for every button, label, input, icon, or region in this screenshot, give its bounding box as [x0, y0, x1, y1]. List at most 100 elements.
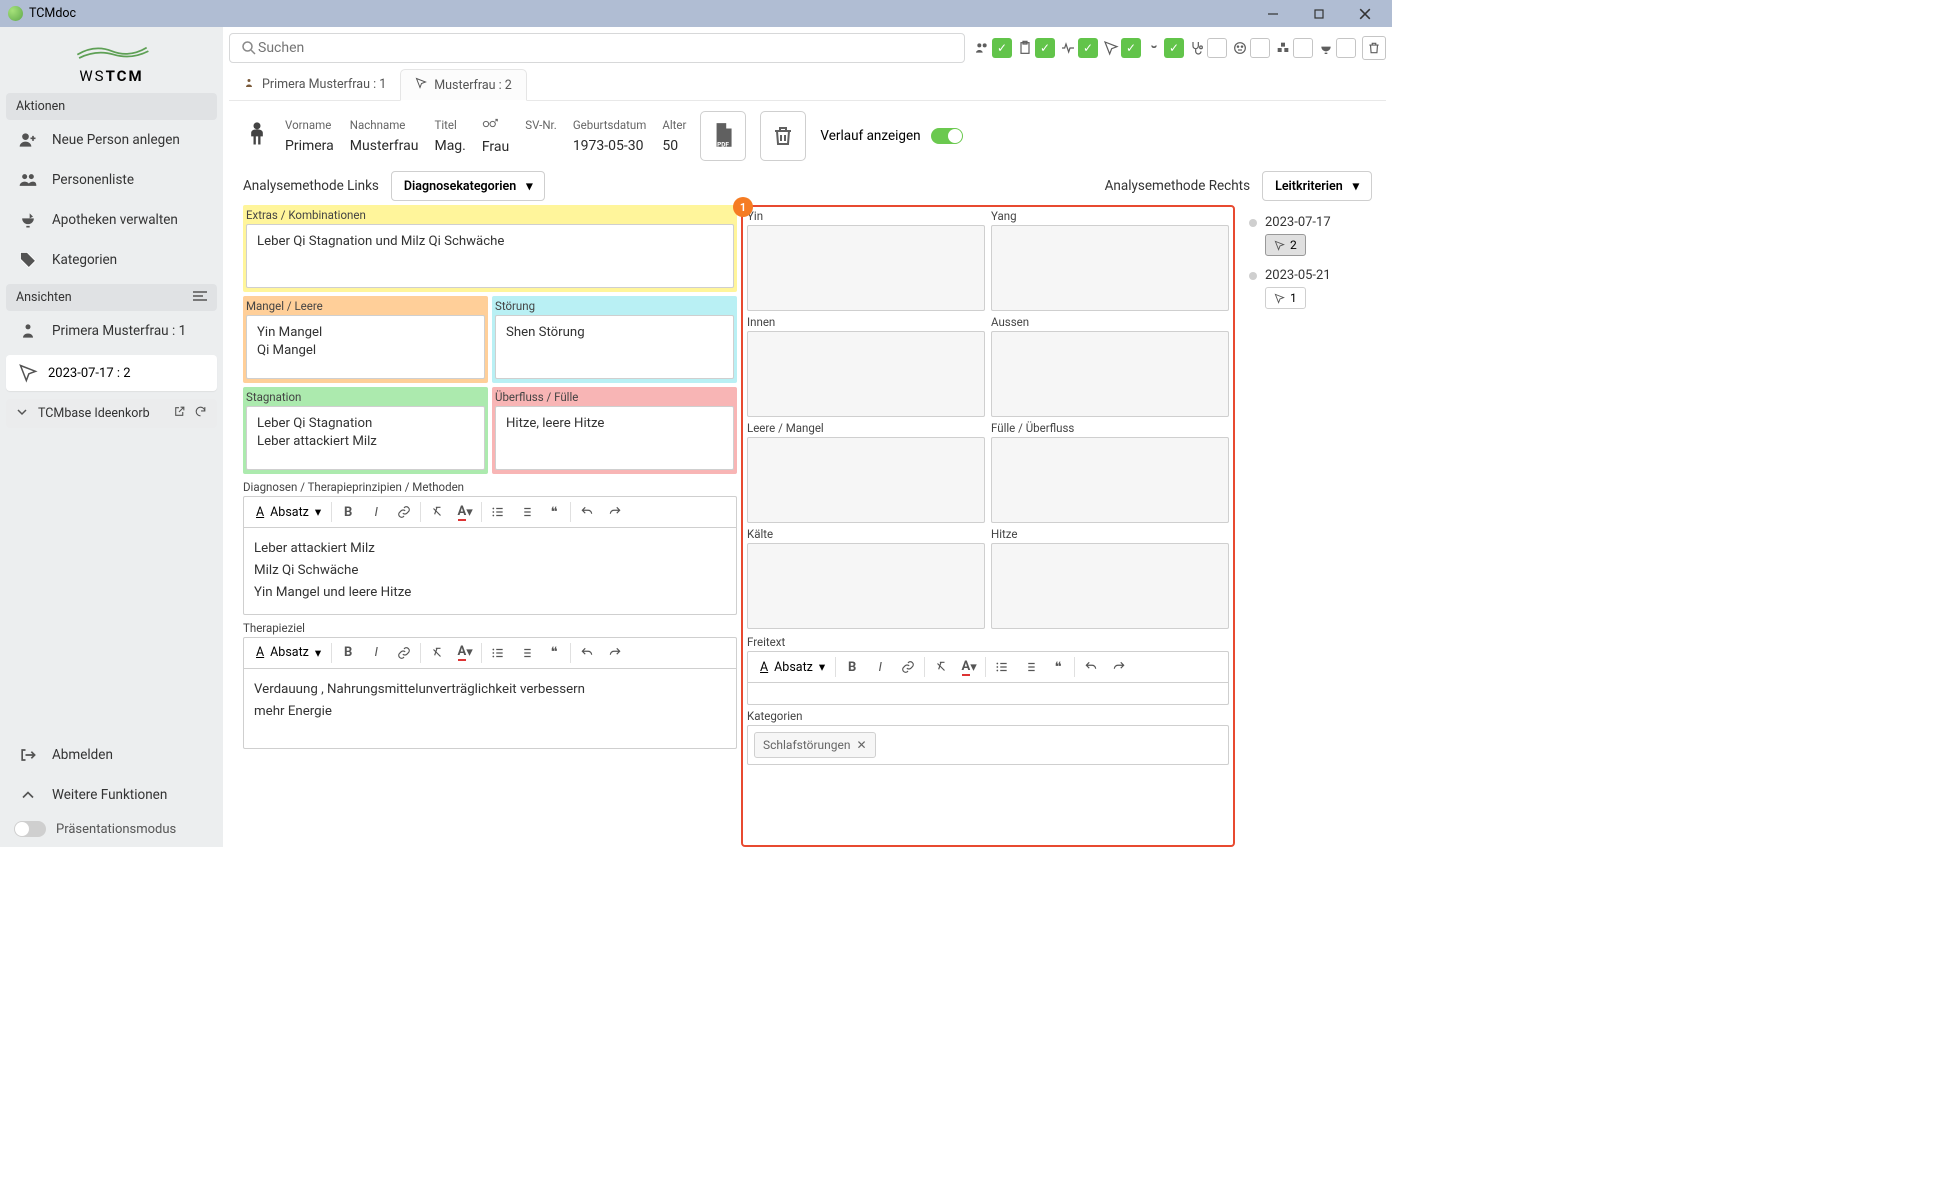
- redo-button[interactable]: [1107, 655, 1131, 679]
- stethoscope-icon[interactable]: [1186, 36, 1207, 60]
- italic-button[interactable]: I: [364, 500, 388, 524]
- close-button[interactable]: [1346, 2, 1384, 26]
- open-icon[interactable]: [173, 405, 186, 422]
- refresh-icon[interactable]: [194, 405, 207, 422]
- tab-session[interactable]: Musterfrau : 2: [400, 69, 527, 101]
- undo-button[interactable]: [575, 500, 599, 524]
- clear-format-button[interactable]: [425, 641, 449, 665]
- sidebar-new-person[interactable]: Neue Person anlegen: [6, 120, 217, 160]
- timeline-date[interactable]: 2023-07-17: [1249, 211, 1374, 234]
- mortar-icon[interactable]: [1315, 36, 1336, 60]
- category-chip[interactable]: Schlafstörungen ✕: [754, 732, 876, 758]
- leere-input[interactable]: [747, 437, 985, 523]
- ueberfluss-input[interactable]: Hitze, leere Hitze: [495, 406, 734, 470]
- redo-button[interactable]: [603, 500, 627, 524]
- quote-button[interactable]: ❝: [1046, 655, 1070, 679]
- heart-icon[interactable]: [1057, 36, 1078, 60]
- bold-button[interactable]: B: [336, 500, 360, 524]
- quote-button[interactable]: ❝: [542, 500, 566, 524]
- link-button[interactable]: [896, 655, 920, 679]
- link-button[interactable]: [392, 641, 416, 665]
- face-icon[interactable]: [1229, 36, 1250, 60]
- kategorien-input[interactable]: Schlafstörungen ✕: [747, 725, 1229, 765]
- undo-button[interactable]: [1079, 655, 1103, 679]
- empty-box-icon[interactable]: [1207, 38, 1227, 58]
- ol-button[interactable]: [514, 500, 538, 524]
- people-icon[interactable]: [971, 36, 992, 60]
- presentation-mode[interactable]: Präsentationsmodus: [6, 815, 217, 843]
- clear-format-button[interactable]: [425, 500, 449, 524]
- bold-button[interactable]: B: [336, 641, 360, 665]
- extras-input[interactable]: Leber Qi Stagnation und Milz Qi Schwäche: [246, 224, 734, 288]
- redo-button[interactable]: [603, 641, 627, 665]
- analyse-links-dropdown[interactable]: Diagnosekategorien ▾: [391, 171, 546, 201]
- stagnation-input[interactable]: Leber Qi StagnationLeber attackiert Milz: [246, 406, 485, 470]
- ul-button[interactable]: [486, 500, 510, 524]
- menu-icon[interactable]: [193, 290, 207, 305]
- rte-format-select[interactable]: AAbsatz▾: [250, 645, 327, 661]
- section-ideenkorb[interactable]: TCMbase Ideenkorb: [6, 399, 217, 428]
- freitext-body[interactable]: [747, 683, 1229, 705]
- check-icon[interactable]: ✓: [1078, 38, 1098, 58]
- trash-button[interactable]: [1362, 36, 1386, 60]
- fuelle-input[interactable]: [991, 437, 1229, 523]
- empty-box-icon[interactable]: [1250, 38, 1270, 58]
- more-functions[interactable]: Weitere Funktionen: [6, 775, 217, 815]
- ol-button[interactable]: [514, 641, 538, 665]
- sidebar-person-list[interactable]: Personenliste: [6, 160, 217, 200]
- clipboard-icon[interactable]: [1014, 36, 1035, 60]
- aussen-input[interactable]: [991, 331, 1229, 417]
- innen-input[interactable]: [747, 331, 985, 417]
- sidebar-kategorien[interactable]: Kategorien: [6, 240, 217, 280]
- check-icon[interactable]: ✓: [1164, 38, 1184, 58]
- ol-button[interactable]: [1018, 655, 1042, 679]
- rte-diagnosen-body[interactable]: Leber attackiert MilzMilz Qi SchwächeYin…: [243, 528, 737, 615]
- sidebar-apotheken[interactable]: Apotheken verwalten: [6, 200, 217, 240]
- remove-icon[interactable]: ✕: [857, 738, 867, 752]
- rte-therapieziel-body[interactable]: Verdauung , Nahrungsmittelunverträglichk…: [243, 669, 737, 749]
- logout[interactable]: Abmelden: [6, 735, 217, 775]
- italic-button[interactable]: I: [868, 655, 892, 679]
- check-icon[interactable]: ✓: [992, 38, 1012, 58]
- color-button[interactable]: A ▾: [957, 655, 981, 679]
- italic-button[interactable]: I: [364, 641, 388, 665]
- check-icon[interactable]: ✓: [1035, 38, 1055, 58]
- view-patient[interactable]: Primera Musterfrau : 1: [6, 311, 217, 351]
- search-bar[interactable]: [229, 33, 965, 63]
- ul-button[interactable]: [990, 655, 1014, 679]
- undo-button[interactable]: [575, 641, 599, 665]
- stoerung-input[interactable]: Shen Störung: [495, 315, 734, 379]
- yang-input[interactable]: [991, 225, 1229, 311]
- rte-format-select[interactable]: AAbsatz▾: [754, 659, 831, 675]
- color-button[interactable]: A ▾: [453, 500, 477, 524]
- yin-input[interactable]: [747, 225, 985, 311]
- maximize-button[interactable]: [1300, 2, 1338, 26]
- minimize-button[interactable]: [1254, 2, 1292, 26]
- cursor-icon[interactable]: [1100, 36, 1121, 60]
- view-date-card[interactable]: 2023-07-17 : 2: [6, 355, 217, 391]
- timeline-date[interactable]: 2023-05-21: [1249, 264, 1374, 287]
- tab-patient[interactable]: Primera Musterfrau : 1: [229, 69, 400, 100]
- cubes-icon[interactable]: [1272, 36, 1293, 60]
- delete-button[interactable]: [760, 111, 806, 161]
- quote-button[interactable]: ❝: [542, 641, 566, 665]
- mangel-input[interactable]: Yin MangelQi Mangel: [246, 315, 485, 379]
- clear-format-button[interactable]: [929, 655, 953, 679]
- rte-format-select[interactable]: AAbsatz▾: [250, 504, 327, 520]
- timeline-session[interactable]: 1: [1265, 287, 1306, 309]
- plant-icon[interactable]: [1143, 36, 1164, 60]
- empty-box-icon[interactable]: [1336, 38, 1356, 58]
- verlauf-toggle[interactable]: Verlauf anzeigen: [820, 128, 962, 144]
- kaelte-input[interactable]: [747, 543, 985, 629]
- pdf-button[interactable]: PDF: [700, 111, 746, 161]
- analyse-rechts-dropdown[interactable]: Leitkriterien ▾: [1262, 171, 1372, 201]
- timeline-session[interactable]: 2: [1265, 234, 1306, 256]
- ul-button[interactable]: [486, 641, 510, 665]
- link-button[interactable]: [392, 500, 416, 524]
- search-input[interactable]: [258, 40, 954, 56]
- empty-box-icon[interactable]: [1293, 38, 1313, 58]
- check-icon[interactable]: ✓: [1121, 38, 1141, 58]
- bold-button[interactable]: B: [840, 655, 864, 679]
- hitze-input[interactable]: [991, 543, 1229, 629]
- color-button[interactable]: A ▾: [453, 641, 477, 665]
